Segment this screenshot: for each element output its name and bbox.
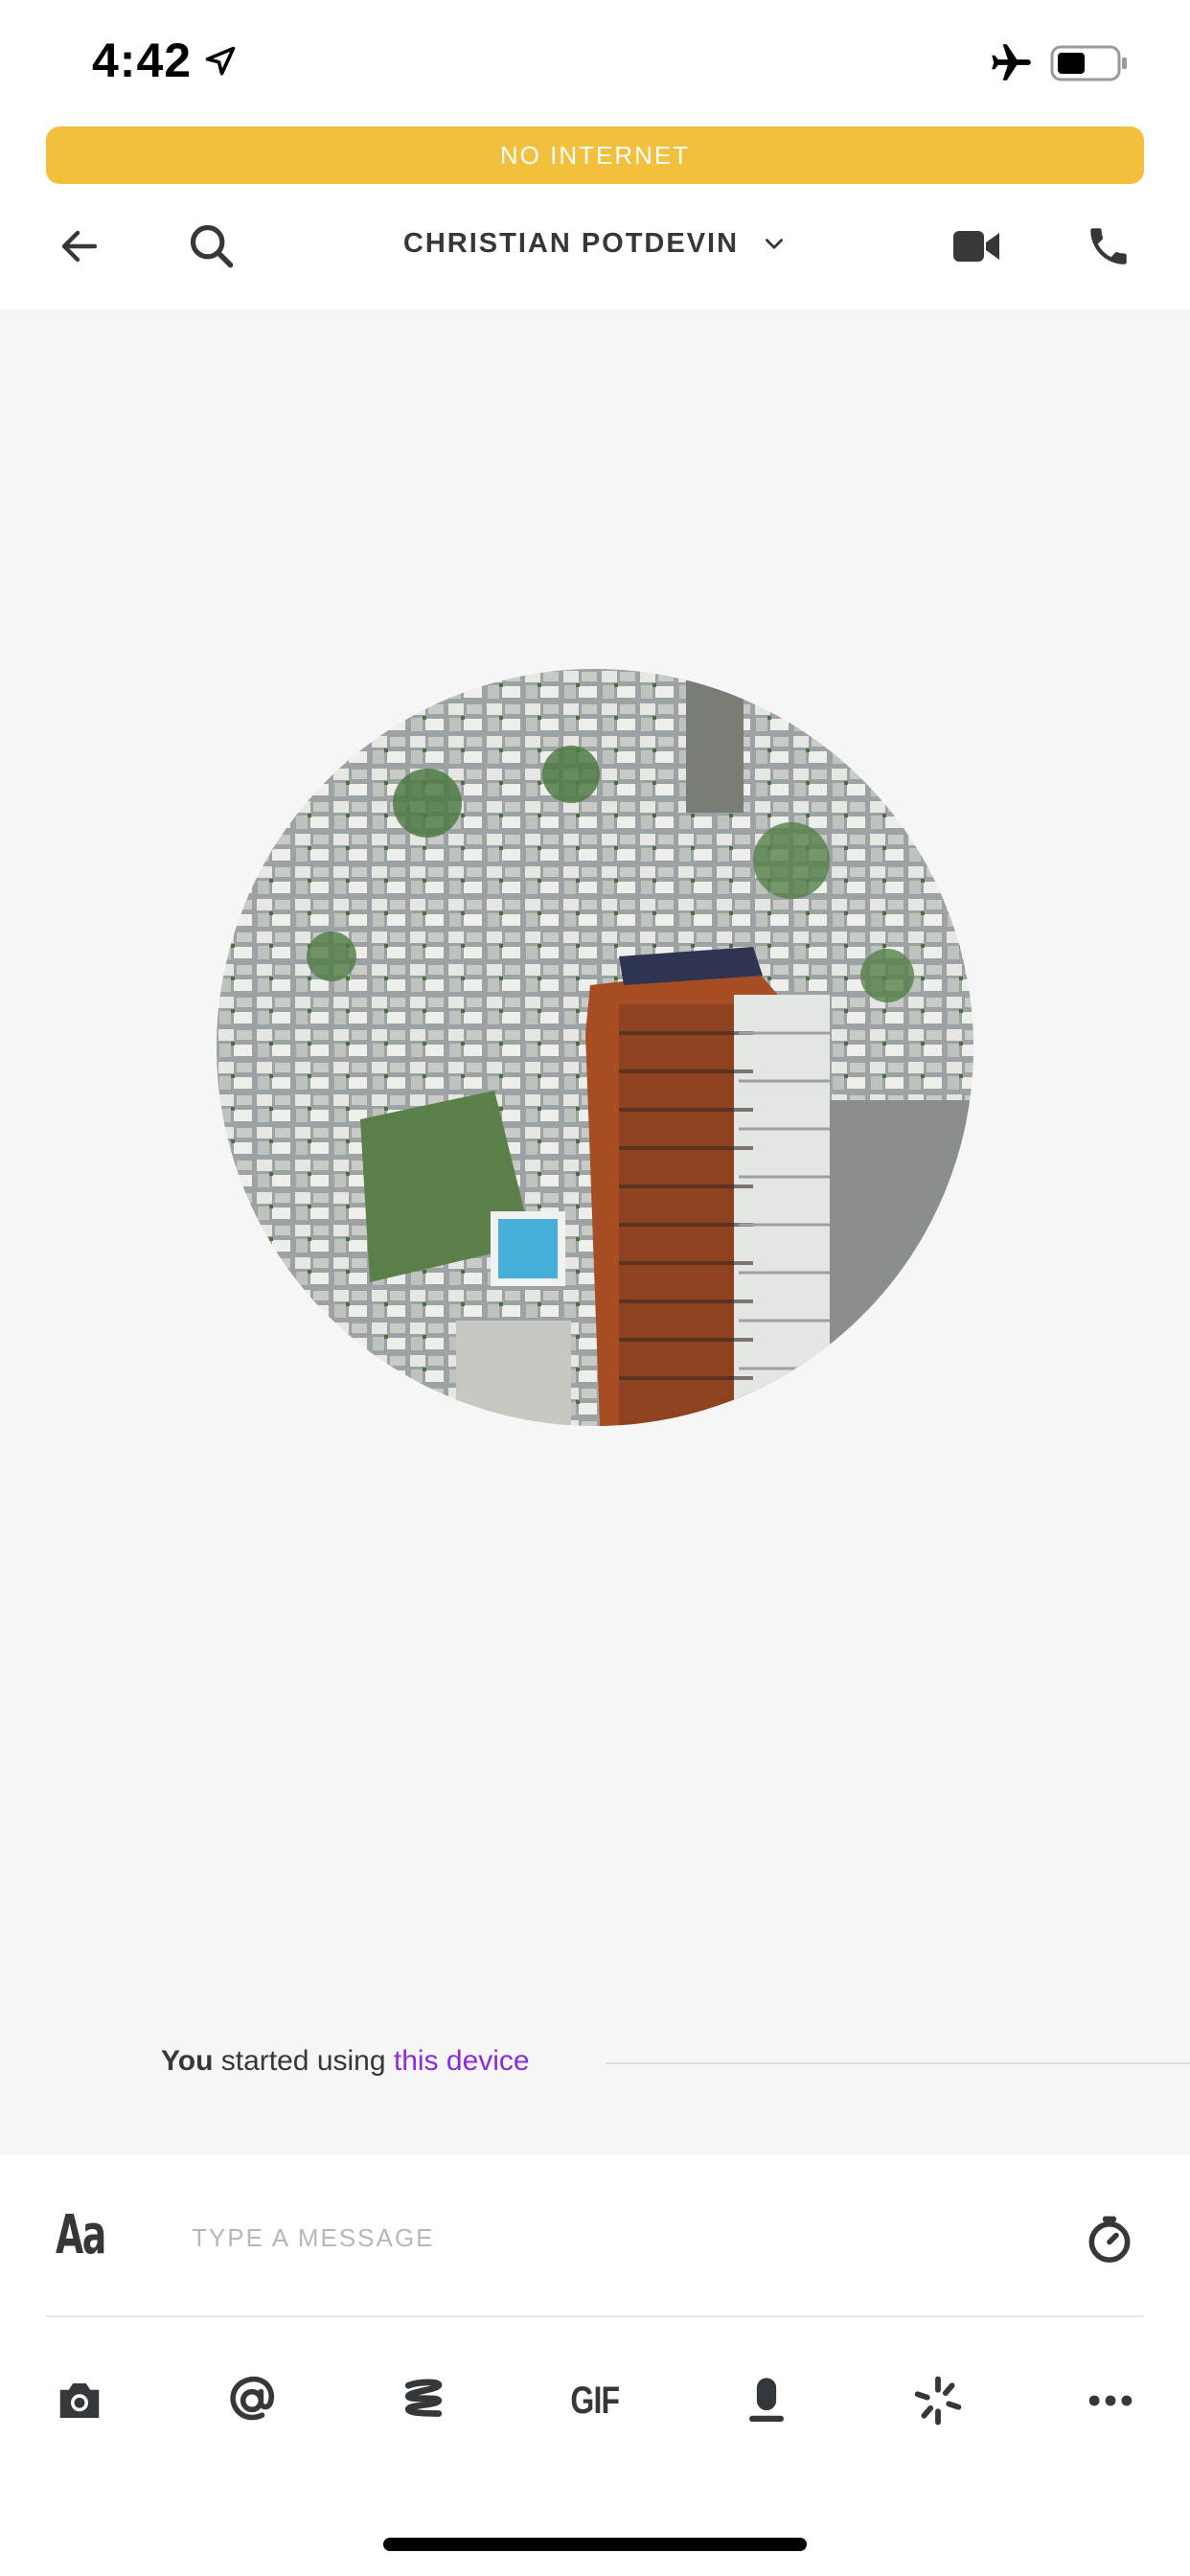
battery-icon bbox=[1050, 45, 1127, 81]
top-bar: 4:42 NO INTERNET CHRISTIAN POTDEVIN bbox=[0, 0, 1190, 310]
camera-icon bbox=[59, 2383, 100, 2418]
system-message-actor: You bbox=[161, 2045, 214, 2077]
system-message-divider bbox=[606, 2062, 1190, 2064]
chevron-down-icon bbox=[766, 239, 784, 250]
composer-divider bbox=[46, 2315, 1144, 2317]
conversation-title: CHRISTIAN POTDEVIN bbox=[402, 228, 740, 259]
mention-icon bbox=[230, 2376, 274, 2421]
timer-icon[interactable] bbox=[1083, 2212, 1136, 2266]
this-device-link[interactable]: this device bbox=[394, 2045, 530, 2077]
mention-button[interactable] bbox=[218, 2367, 286, 2434]
location-arrow-icon bbox=[205, 46, 236, 76]
camera-button[interactable] bbox=[46, 2367, 113, 2434]
sketch-button[interactable] bbox=[390, 2367, 457, 2434]
gif-button[interactable]: GIF bbox=[561, 2367, 629, 2434]
conversation-title-button[interactable]: CHRISTIAN POTDEVIN bbox=[0, 228, 1190, 260]
airplane-mode-icon bbox=[992, 44, 1031, 80]
phone-icon bbox=[1090, 228, 1127, 264]
status-time: 4:42 bbox=[92, 34, 193, 87]
gif-label: GIF bbox=[570, 2379, 621, 2422]
system-message: You started using this device bbox=[161, 2045, 530, 2078]
home-indicator[interactable] bbox=[383, 2538, 807, 2551]
message-input[interactable] bbox=[190, 2218, 1037, 2258]
more-icon bbox=[1088, 2395, 1133, 2406]
audio-message-button[interactable] bbox=[733, 2367, 800, 2434]
more-button[interactable] bbox=[1077, 2367, 1144, 2434]
contact-avatar bbox=[217, 669, 973, 1426]
no-internet-banner: NO INTERNET bbox=[46, 126, 1144, 184]
ping-icon bbox=[914, 2376, 962, 2426]
city-aerial-photo bbox=[217, 669, 973, 1426]
ping-button[interactable] bbox=[904, 2367, 972, 2434]
microphone-icon bbox=[749, 2378, 784, 2423]
system-message-text: started using bbox=[213, 2045, 394, 2077]
audio-call-button[interactable] bbox=[1075, 213, 1142, 280]
sketch-icon bbox=[404, 2379, 443, 2417]
video-call-button[interactable] bbox=[943, 213, 1010, 280]
text-format-button[interactable]: Aa bbox=[56, 2204, 106, 2266]
video-camera-icon bbox=[953, 231, 999, 262]
